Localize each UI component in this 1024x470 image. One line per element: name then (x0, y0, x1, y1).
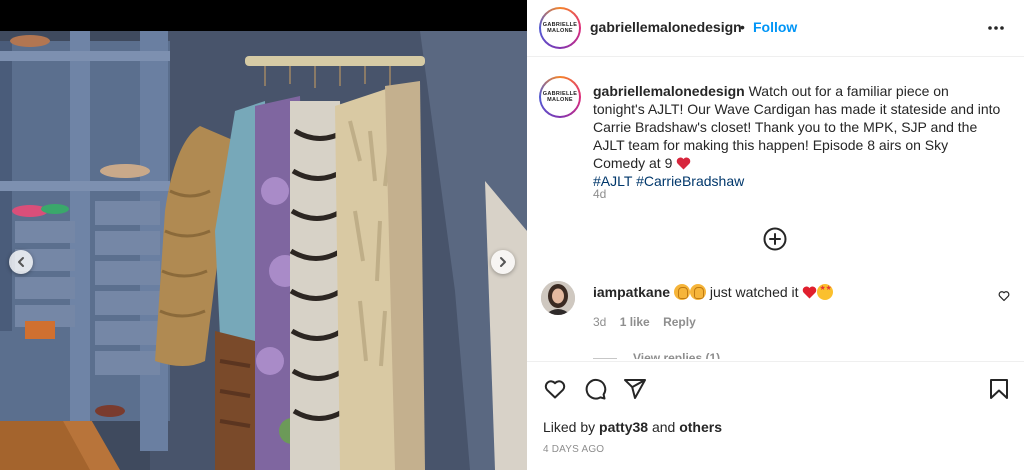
post-date[interactable]: 4 DAYS AGO (543, 444, 604, 455)
avatar-logo-line-2: MALONE (547, 97, 573, 103)
follow-button[interactable]: Follow (753, 19, 797, 35)
author-username[interactable]: gabriellemalonedesign (590, 19, 742, 35)
comment-likes-count[interactable]: 1 like (620, 315, 650, 329)
commenter-avatar[interactable] (541, 281, 575, 315)
comment-like-heart-icon[interactable] (998, 290, 1010, 302)
post-actions: Liked by patty38 and others 4 DAYS AGO (527, 362, 1024, 470)
more-horizontal-icon[interactable] (986, 20, 1006, 36)
avatar-logo: GABRIELLE MALONE (541, 78, 579, 116)
chevron-right-icon (500, 257, 506, 267)
replies-divider-line (593, 358, 617, 359)
caption-author-avatar[interactable]: GABRIELLE MALONE (539, 76, 581, 118)
commenter-username[interactable]: iampatkane (593, 284, 670, 300)
previous-slide-button[interactable] (9, 250, 33, 274)
bookmark-icon[interactable] (987, 377, 1011, 401)
post-details-panel: GABRIELLE MALONE gabriellemalonedesign •… (527, 0, 1024, 470)
post-caption: gabriellemalonedesign Watch out for a fa… (593, 82, 1003, 190)
caption-timestamp: 4d (593, 187, 607, 201)
liked-by: Liked by patty38 and others (543, 419, 722, 435)
avatar-photo (541, 281, 575, 315)
plus-circle-icon[interactable] (763, 227, 787, 251)
comment-meta: 3d 1 like Reply (593, 315, 706, 329)
heart-emoji (677, 157, 691, 170)
liked-by-others[interactable]: others (679, 419, 722, 435)
hashtag-carriebradshaw[interactable]: #CarrieBradshaw (636, 173, 744, 189)
next-slide-button[interactable] (491, 250, 515, 274)
paper-plane-icon[interactable] (623, 377, 647, 401)
header-separator: • (740, 19, 745, 35)
view-replies-label: View replies (1) (633, 351, 721, 359)
clapping-hands-emoji (673, 284, 690, 300)
reply-button[interactable]: Reply (663, 315, 696, 329)
red-heart-emoji (803, 286, 817, 299)
caption-username[interactable]: gabriellemalonedesign (593, 83, 745, 99)
comment-icon[interactable] (583, 377, 607, 401)
post-photo[interactable] (0, 31, 527, 470)
clapping-hands-emoji (689, 284, 706, 300)
avatar-logo-line-2: MALONE (547, 28, 573, 34)
post-media (0, 0, 527, 470)
liked-by-and: and (651, 419, 676, 435)
liked-by-user[interactable]: patty38 (599, 419, 648, 435)
star-struck-emoji (817, 284, 834, 300)
comment-body: iampatkane just watched it (593, 284, 834, 300)
chevron-left-icon (18, 257, 24, 267)
comment-text: just watched it (709, 284, 799, 300)
view-replies-button[interactable]: View replies (1) (593, 349, 720, 359)
closet-photo (0, 31, 527, 470)
post-header: GABRIELLE MALONE gabriellemalonedesign •… (527, 0, 1024, 57)
liked-by-prefix: Liked by (543, 419, 596, 435)
heart-icon[interactable] (543, 377, 567, 401)
avatar-logo: GABRIELLE MALONE (541, 9, 579, 47)
author-avatar[interactable]: GABRIELLE MALONE (539, 7, 581, 49)
comment-timestamp: 3d (593, 315, 607, 329)
